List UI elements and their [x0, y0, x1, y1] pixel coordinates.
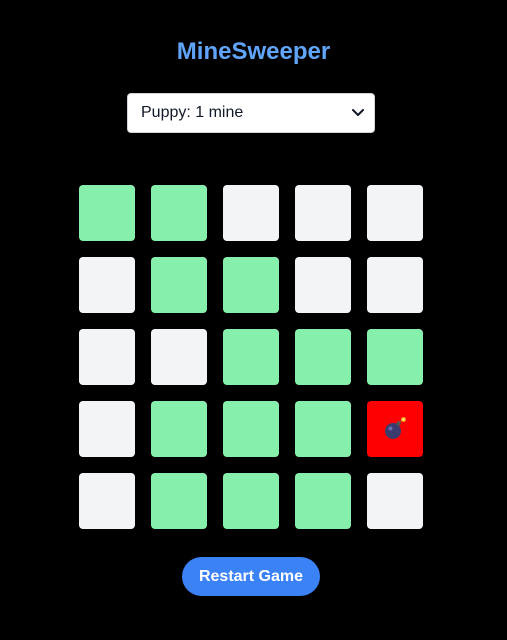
revealed-cell[interactable] [151, 401, 207, 457]
revealed-cell[interactable] [79, 185, 135, 241]
game-title: MineSweeper [176, 38, 331, 65]
revealed-cell[interactable] [223, 473, 279, 529]
chevron-down-icon [352, 107, 364, 119]
revealed-cell[interactable] [223, 401, 279, 457]
revealed-cell[interactable] [151, 257, 207, 313]
hidden-cell[interactable] [79, 257, 135, 313]
hidden-cell[interactable] [367, 473, 423, 529]
hidden-cell[interactable] [223, 185, 279, 241]
revealed-cell[interactable] [223, 257, 279, 313]
revealed-cell[interactable] [295, 473, 351, 529]
revealed-cell[interactable] [151, 473, 207, 529]
hidden-cell[interactable] [367, 257, 423, 313]
revealed-cell[interactable] [223, 329, 279, 385]
revealed-cell[interactable] [295, 401, 351, 457]
hidden-cell[interactable] [79, 401, 135, 457]
hidden-cell[interactable] [79, 329, 135, 385]
revealed-cell[interactable] [367, 329, 423, 385]
hidden-cell[interactable] [295, 257, 351, 313]
bomb-icon [382, 416, 408, 442]
revealed-cell[interactable] [151, 185, 207, 241]
hidden-cell[interactable] [295, 185, 351, 241]
difficulty-select-value: Puppy: 1 mine [141, 104, 244, 121]
mine-cell[interactable] [367, 401, 423, 457]
difficulty-select[interactable]: Puppy: 1 mine [127, 93, 375, 133]
hidden-cell[interactable] [367, 185, 423, 241]
minesweeper-app: MineSweeper Puppy: 1 mine Restart Game [0, 0, 507, 640]
hidden-cell[interactable] [151, 329, 207, 385]
hidden-cell[interactable] [79, 473, 135, 529]
game-board [79, 185, 423, 529]
restart-game-button[interactable]: Restart Game [182, 557, 320, 596]
revealed-cell[interactable] [295, 329, 351, 385]
